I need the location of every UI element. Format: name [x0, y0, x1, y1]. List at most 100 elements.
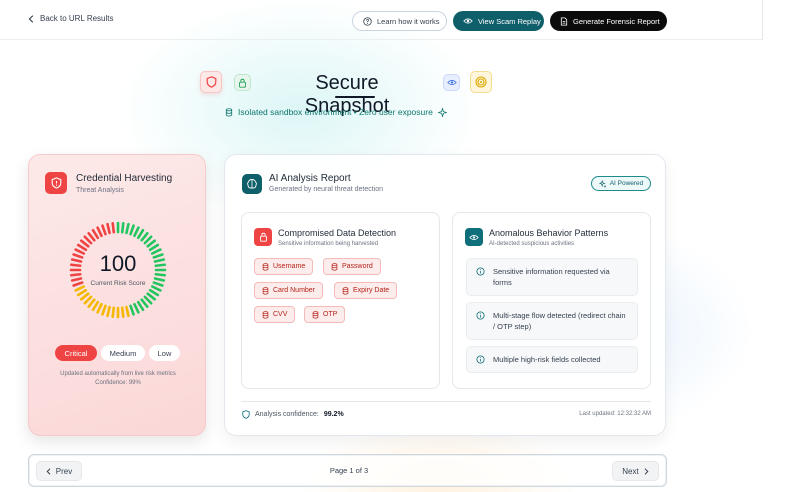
confidence-label: Analysis confidence: — [255, 411, 319, 418]
next-page-button[interactable]: Next — [612, 461, 659, 481]
chevron-right-icon — [644, 468, 649, 475]
gauge-segment — [91, 300, 100, 312]
info-icon — [476, 267, 485, 276]
anomalous-title: Anomalous Behavior Patterns — [489, 228, 609, 238]
view-scam-replay-button[interactable]: View Scam Replay — [453, 11, 544, 31]
target-icon — [470, 71, 492, 93]
risk-update-note-line1: Updated automatically from live risk met… — [60, 371, 176, 377]
gauge-segment — [120, 306, 125, 319]
gauge-segment — [83, 235, 93, 245]
behavior-item-text: Multiple high-risk fields collected — [493, 355, 601, 364]
gauge-segment — [87, 231, 96, 242]
database-icon — [342, 286, 349, 295]
hero-subtitle: Isolated sandbox environment • Zero user… — [225, 107, 447, 117]
risk-confidence-note: Confidence: 99% — [95, 380, 141, 386]
threat-title: Credential Harvesting — [76, 173, 173, 184]
gauge-segment — [150, 285, 162, 292]
hero-subtitle-text: Isolated sandbox environment • Zero user… — [238, 107, 433, 117]
sparkles-icon — [598, 179, 607, 188]
analysis-subtitle: Generated by neural threat detection — [269, 186, 384, 193]
ai-badge-label: AI Powered — [609, 180, 644, 187]
gauge-segment — [133, 302, 140, 314]
database-icon — [225, 107, 233, 117]
pagination-bar: Prev Page 1 of 3 Next — [28, 454, 667, 487]
threat-subtitle: Threat Analysis — [76, 187, 124, 194]
back-link-label: Back to URL Results — [40, 14, 114, 23]
replay-button-label: View Scam Replay — [478, 16, 541, 26]
gauge-segment — [120, 221, 125, 234]
database-icon — [262, 286, 269, 295]
ai-powered-badge: AI Powered — [591, 176, 651, 191]
data-tag-label: OTP — [323, 311, 338, 318]
gauge-segment — [101, 224, 107, 236]
gauge-segment — [91, 228, 100, 240]
risk-score-label: Current Risk Score — [90, 280, 146, 287]
threat-summary-card: Credential Harvesting Threat Analysis 10… — [28, 154, 206, 436]
gauge-segment — [111, 221, 116, 234]
gauge-segment — [136, 228, 145, 240]
data-tag-expiry-date: Expiry Date — [334, 282, 398, 299]
gauge-segment — [106, 222, 111, 235]
behavior-item: Multi-stage flow detected (redirect chai… — [466, 302, 638, 340]
shield-alert-icon — [45, 172, 67, 194]
data-tag-label: Expiry Date — [353, 287, 390, 294]
behavior-item-text: Sensitive information requested via form… — [493, 267, 610, 287]
gauge-segment — [76, 288, 88, 297]
database-icon — [312, 310, 319, 319]
document-icon — [560, 16, 568, 26]
database-icon — [262, 310, 269, 319]
page-indicator: Page 1 of 3 — [329, 466, 369, 475]
gauge-segment — [106, 305, 111, 318]
back-to-url-results-link[interactable]: Back to URL Results — [28, 14, 114, 23]
gauge-segment — [143, 235, 153, 245]
eye-icon — [443, 74, 460, 91]
gauge-segment — [74, 285, 86, 292]
data-tag-label: CVV — [273, 311, 288, 318]
database-icon — [331, 262, 338, 271]
top-bar: Back to URL Results Learn how it works V… — [0, 0, 762, 40]
gauge-segment — [96, 226, 103, 238]
gauge-segment — [129, 224, 135, 236]
behavior-item: Multiple high-risk fields collected — [466, 346, 638, 373]
info-icon — [476, 355, 485, 364]
ai-analysis-card: AI Analysis Report Generated by neural t… — [224, 154, 666, 436]
sparkle-icon — [437, 107, 447, 117]
gauge-segment — [146, 292, 157, 301]
database-icon — [262, 262, 269, 271]
risk-level-low[interactable]: Low — [149, 345, 180, 361]
gauge-segment — [111, 306, 116, 319]
gauge-segment — [83, 295, 93, 305]
title-underline — [335, 96, 375, 98]
analysis-title: AI Analysis Report — [269, 173, 351, 184]
risk-score-value: 100 — [99, 251, 137, 276]
risk-level-critical[interactable]: Critical — [55, 345, 97, 361]
gauge-segment — [101, 304, 107, 316]
last-updated-timestamp: Last updated: 12:32:32 AM — [579, 411, 651, 417]
shield-icon — [200, 71, 222, 93]
data-tag-otp: OTP — [304, 306, 346, 323]
prev-label: Prev — [55, 466, 73, 476]
data-tag-label: Username — [273, 263, 306, 270]
data-tag-username: Username — [254, 258, 314, 275]
compromised-subtitle: Sensitive information being harvested — [278, 241, 379, 247]
confidence-value: 99.2% — [323, 411, 344, 418]
behavior-item: Sensitive information requested via form… — [466, 258, 638, 296]
anomalous-behavior-panel: Anomalous Behavior Patterns AI-detected … — [452, 212, 651, 389]
learn-button-label: Learn how it works — [377, 16, 440, 26]
eye-icon — [463, 17, 473, 25]
gauge-segment — [79, 239, 90, 248]
behavior-item-text: Multi-stage flow detected (redirect chai… — [493, 311, 626, 331]
lock-icon — [234, 74, 251, 91]
chevron-left-icon — [46, 468, 51, 475]
risk-level-medium[interactable]: Medium — [101, 345, 145, 361]
generate-forensic-report-button[interactable]: Generate Forensic Report — [550, 11, 667, 31]
prev-page-button[interactable]: Prev — [36, 461, 82, 481]
learn-how-it-works-button[interactable]: Learn how it works — [352, 11, 447, 31]
gauge-segment — [146, 239, 157, 248]
data-tag-password: Password — [323, 258, 381, 275]
compromised-data-panel: Compromised Data Detection Sensitive inf… — [241, 212, 440, 389]
gauge-segment — [148, 288, 160, 297]
compromised-title: Compromised Data Detection — [278, 228, 397, 238]
data-tag-card-number: Card Number — [254, 282, 324, 299]
next-label: Next — [622, 466, 639, 476]
